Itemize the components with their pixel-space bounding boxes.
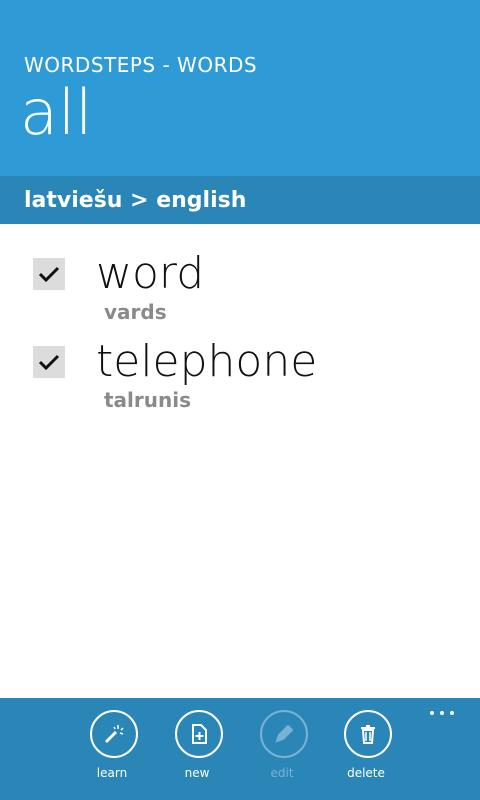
list-item[interactable]: word vards [0, 252, 480, 340]
trash-icon [344, 710, 392, 758]
delete-label: delete [347, 766, 385, 780]
new-button[interactable]: new [163, 710, 235, 794]
pencil-icon [260, 710, 308, 758]
delete-button[interactable]: delete [332, 710, 404, 794]
magic-wand-icon [90, 710, 138, 758]
edit-label: edit [270, 766, 294, 780]
header: WORDSTEPS - WORDS all [0, 0, 480, 176]
checkbox[interactable] [33, 258, 65, 290]
word-translation: vards [104, 300, 167, 324]
learn-label: learn [96, 766, 128, 780]
app-title: WORDSTEPS - WORDS [24, 53, 258, 77]
app-bar: learn new edit delete [0, 698, 480, 800]
new-label: new [184, 766, 210, 780]
checkmark-icon [38, 266, 60, 283]
checkmark-icon [38, 354, 60, 371]
language-pair-label[interactable]: latviešu > english [24, 188, 246, 213]
page-title: all [20, 76, 93, 149]
edit-button[interactable]: edit [248, 710, 320, 794]
learn-button[interactable]: learn [78, 710, 150, 794]
word-text: telephone [96, 336, 318, 387]
word-text: word [96, 248, 205, 299]
new-document-icon [175, 710, 223, 758]
word-translation: talrunis [104, 388, 192, 412]
ellipsis-icon[interactable] [426, 706, 460, 720]
list-item[interactable]: telephone talrunis [0, 340, 480, 428]
checkbox[interactable] [33, 346, 65, 378]
